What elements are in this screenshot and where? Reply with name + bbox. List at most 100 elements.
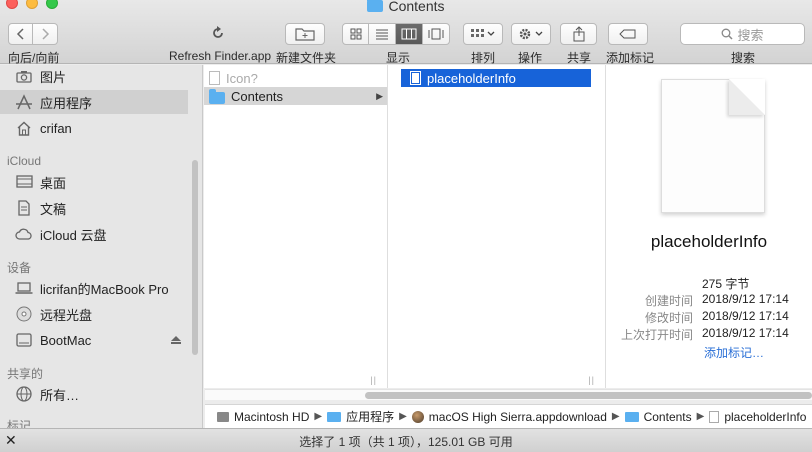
view-mode-group xyxy=(342,23,450,45)
sidebar-item-bootmac[interactable]: BootMac xyxy=(0,328,188,352)
path-item[interactable]: placeholderInfo xyxy=(724,410,806,424)
applications-icon xyxy=(15,93,33,111)
search-input[interactable]: 搜索 xyxy=(680,23,805,45)
chevron-left-icon xyxy=(16,28,24,40)
documents-icon xyxy=(15,199,33,217)
add-tags-link[interactable]: 添加标记… xyxy=(704,344,764,361)
eject-icon[interactable] xyxy=(171,336,181,344)
sidebar-item-remote-disc[interactable]: 远程光盘 xyxy=(0,302,188,326)
file-row[interactable]: Icon? xyxy=(204,69,387,87)
nav-label: 向后/向前 xyxy=(8,51,60,65)
sidebar-item-label: 图片 xyxy=(40,69,67,85)
folder-name: Contents xyxy=(231,88,284,104)
folder-row-selected[interactable]: Contents ▶ xyxy=(204,87,387,105)
column-resize-handle[interactable]: || xyxy=(370,375,377,385)
new-folder-button[interactable] xyxy=(285,23,325,45)
view-gallery-button[interactable] xyxy=(423,23,450,45)
desktop-icon xyxy=(15,173,33,191)
status-bar: ✕ 选择了 1 项（共 1 项），125.01 GB 可用 xyxy=(0,428,812,452)
horizontal-scrollbar[interactable] xyxy=(205,389,812,400)
view-icons-button[interactable] xyxy=(342,23,369,45)
sidebar-section-icloud: iCloud xyxy=(7,154,42,168)
view-label: 显示 xyxy=(386,51,411,65)
column-browser: Icon? Contents ▶ || placeholderInfo || p… xyxy=(204,65,812,388)
sidebar-item-label: crifan xyxy=(40,120,72,136)
add-tags-label: 添加标记 xyxy=(606,51,655,65)
add-tags-button[interactable] xyxy=(608,23,648,45)
path-item[interactable]: Contents xyxy=(644,410,692,424)
share-button[interactable] xyxy=(560,23,597,45)
hard-drive-icon xyxy=(217,411,229,422)
path-item[interactable]: Macintosh HD xyxy=(234,410,309,424)
folder-icon xyxy=(367,0,384,12)
scrollbar-thumb[interactable] xyxy=(365,392,812,399)
last-opened-label: 上次打开时间 xyxy=(620,328,693,342)
action-button[interactable] xyxy=(511,23,551,45)
folder-icon xyxy=(209,88,225,104)
home-icon xyxy=(15,119,33,137)
last-opened-value: 2018/9/12 17:14 xyxy=(702,326,789,340)
file-name: placeholderInfo xyxy=(427,70,516,86)
folder-icon xyxy=(327,411,342,422)
document-preview-icon xyxy=(661,79,765,213)
document-icon xyxy=(410,71,421,85)
sidebar-item-all-shared[interactable]: 所有… xyxy=(0,382,188,406)
arrange-button[interactable] xyxy=(463,23,503,45)
preview-size: 275 字节 xyxy=(702,277,750,291)
sidebar-item-macbook[interactable]: licrifan的MacBook Pro xyxy=(0,276,188,300)
sidebar-item-applications[interactable]: 应用程序 xyxy=(0,90,188,114)
path-separator-icon: ▶ xyxy=(611,411,620,422)
sidebar: 图片 应用程序 crifan iCloud 桌面 文稿 iCloud 云盘 设备… xyxy=(0,65,203,428)
laptop-icon xyxy=(15,279,33,297)
sidebar-item-label: 应用程序 xyxy=(40,95,93,111)
gear-icon xyxy=(519,28,543,40)
disc-icon xyxy=(15,305,33,323)
sidebar-section-shared: 共享的 xyxy=(7,367,44,381)
sidebar-scrollbar[interactable] xyxy=(192,160,198,355)
document-icon xyxy=(709,410,720,423)
sidebar-section-tags: 标记 xyxy=(7,419,32,428)
path-separator-icon: ▶ xyxy=(696,411,705,422)
forward-button[interactable] xyxy=(33,23,58,45)
title-toolbar: Contents 向后/向前 Refresh Finder.app 新建文件夹 xyxy=(0,0,812,65)
sidebar-item-desktop[interactable]: 桌面 xyxy=(0,170,188,194)
path-item[interactable]: macOS High Sierra.appdownload xyxy=(429,410,607,424)
search-icon xyxy=(722,28,734,40)
view-columns-button[interactable] xyxy=(396,23,423,45)
sidebar-item-label: 文稿 xyxy=(40,201,67,217)
modified-value: 2018/9/12 17:14 xyxy=(702,309,789,323)
path-bar: Macintosh HD ▶ 应用程序 ▶ macOS High Sierra.… xyxy=(205,404,812,428)
installer-app-icon xyxy=(411,410,424,423)
window-title-text: Contents xyxy=(388,0,445,14)
back-button[interactable] xyxy=(8,23,33,45)
share-label: 共享 xyxy=(567,51,592,65)
action-label: 操作 xyxy=(518,51,543,65)
camera-icon xyxy=(15,67,33,85)
column-resize-handle[interactable]: || xyxy=(588,375,595,385)
preview-file-name: placeholderInfo xyxy=(650,232,768,251)
sidebar-item-home[interactable]: crifan xyxy=(0,116,188,140)
refresh-label[interactable]: Refresh Finder.app xyxy=(169,49,271,63)
refresh-icon[interactable] xyxy=(210,25,226,44)
file-row-selected[interactable]: placeholderInfo xyxy=(401,69,591,87)
arrange-icon xyxy=(471,29,495,37)
chevron-right-icon xyxy=(42,28,50,40)
sidebar-item-label: licrifan的MacBook Pro xyxy=(40,281,169,297)
modified-label: 修改时间 xyxy=(644,311,693,325)
folder-icon xyxy=(624,411,639,422)
list-icon xyxy=(376,29,388,40)
status-text: 选择了 1 项（共 1 项），125.01 GB 可用 xyxy=(299,435,513,449)
grid-icon xyxy=(350,28,361,40)
path-item[interactable]: 应用程序 xyxy=(346,408,394,425)
new-folder-label: 新建文件夹 xyxy=(276,51,337,65)
sidebar-item-documents[interactable]: 文稿 xyxy=(0,196,188,220)
sidebar-item-label: 远程光盘 xyxy=(40,307,93,323)
network-icon xyxy=(15,385,33,403)
cover-flow-icon xyxy=(428,28,444,40)
tag-icon xyxy=(619,29,636,39)
new-folder-icon xyxy=(295,28,315,41)
arrange-label: 排列 xyxy=(471,51,496,65)
sidebar-item-pictures[interactable]: 图片 xyxy=(0,65,188,87)
view-list-button[interactable] xyxy=(369,23,396,45)
sidebar-item-icloud-drive[interactable]: iCloud 云盘 xyxy=(0,222,188,246)
